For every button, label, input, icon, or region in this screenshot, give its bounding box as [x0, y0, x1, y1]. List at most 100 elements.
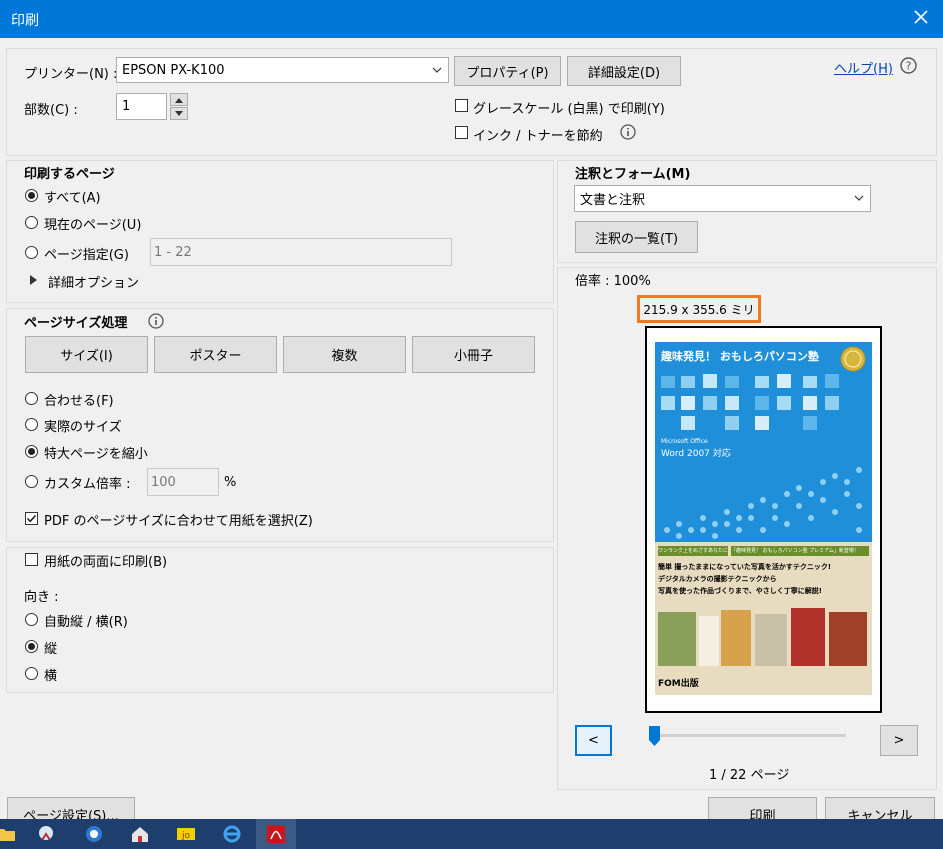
copies-label: 部数(C) :: [24, 103, 78, 118]
page-range-value: 1 - 22: [154, 244, 192, 260]
custom-scale-value: 100: [151, 474, 176, 490]
preview-photo: [755, 614, 787, 666]
radio-fit[interactable]: [25, 392, 38, 405]
scale-label: 倍率 : 100%: [575, 274, 651, 289]
tab-poster[interactable]: ポスター: [154, 336, 277, 373]
dimensions-text: 215.9 x 355.6 ミリ: [643, 302, 755, 317]
dot-pattern: [664, 467, 862, 539]
comments-select[interactable]: 文書と注釈: [574, 185, 871, 212]
checkmark-icon: [26, 514, 37, 523]
radio-auto-orientation[interactable]: [25, 613, 38, 626]
preview-band1: ワンランク上をめざすあなたに: [658, 546, 728, 556]
copies-down-button[interactable]: [170, 107, 188, 120]
properties-button[interactable]: プロパティ(P): [454, 56, 561, 86]
grayscale-checkbox[interactable]: [455, 99, 468, 112]
svg-text:?: ?: [906, 60, 912, 73]
next-page-button[interactable]: >: [880, 725, 918, 756]
title-bar: 印刷: [0, 0, 943, 38]
radio-custom[interactable]: [25, 475, 38, 488]
preview-photo: [699, 616, 719, 666]
preview-photo: [791, 608, 825, 666]
radio-shrink-label: 特大ページを縮小: [44, 447, 148, 462]
chevron-down-icon: [854, 195, 864, 201]
browser-icon[interactable]: [84, 824, 104, 844]
window-title: 印刷: [11, 13, 39, 29]
preview-band2: 「趣味発見！ おもしろパソコン塾 プレミアム」新登場！: [731, 546, 869, 556]
expand-triangle-icon[interactable]: [30, 275, 38, 285]
preview-photo: [829, 612, 867, 666]
more-options-label[interactable]: 詳細オプション: [48, 272, 139, 291]
save-ink-checkbox[interactable]: [455, 126, 468, 139]
orientation-label: 向き :: [24, 590, 59, 605]
help-icon[interactable]: ?: [900, 57, 917, 74]
page-slider-track[interactable]: [649, 726, 846, 746]
radio-pages[interactable]: [25, 246, 38, 259]
home-icon[interactable]: [130, 824, 150, 844]
radio-shrink[interactable]: [25, 445, 38, 458]
preview-body3: 写真を使った作品づくりまで、やさしく丁寧に解説!: [658, 587, 822, 595]
comments-heading: 注釈とフォーム(M): [575, 167, 691, 182]
radio-portrait-label: 縦: [44, 642, 58, 657]
radio-custom-label: カスタム倍率 :: [44, 477, 131, 492]
radio-actual-label: 実際のサイズ: [44, 420, 122, 435]
radio-auto-orientation-label: 自動縦 / 横(R): [44, 615, 128, 630]
summarize-comments-button[interactable]: 注釈の一覧(T): [575, 221, 698, 253]
page-sizing-heading: ページサイズ処理: [24, 316, 128, 331]
radio-current[interactable]: [25, 216, 38, 229]
comments-select-value: 文書と注釈: [580, 193, 646, 208]
page-indicator: 1 / 22 ページ: [709, 768, 790, 783]
choose-source-checkbox[interactable]: [25, 512, 38, 525]
duplex-checkbox[interactable]: [25, 553, 38, 566]
preview-product: Word 2007 対応: [661, 449, 731, 459]
radio-actual[interactable]: [25, 418, 38, 431]
pixelated-area: [661, 374, 839, 430]
preview-subtitle: Microsoft Office: [661, 438, 708, 445]
save-ink-label: インク / トナーを節約: [473, 129, 603, 144]
preview-body2: デジタルカメラの撮影テクニックから: [658, 575, 777, 583]
tab-booklet[interactable]: 小冊子: [412, 336, 535, 373]
preview-title: 趣味発見！ おもしろパソコン塾: [661, 350, 819, 363]
tab-multiple[interactable]: 複数: [283, 336, 406, 373]
help-link[interactable]: ヘルプ(H): [834, 58, 893, 77]
info-icon[interactable]: [148, 313, 164, 329]
taskbar-active-item[interactable]: [256, 819, 296, 849]
custom-scale-input[interactable]: 100: [147, 468, 219, 496]
choose-source-label: PDF のページサイズに合わせて用紙を選択(Z): [44, 514, 313, 529]
advanced-button[interactable]: 詳細設定(D): [567, 56, 681, 86]
copies-up-button[interactable]: [170, 93, 188, 106]
radio-portrait[interactable]: [25, 640, 38, 653]
copies-input[interactable]: 1: [116, 93, 167, 120]
radio-landscape[interactable]: [25, 667, 38, 680]
preview-page-content: 趣味発見！ おもしろパソコン塾 Microsoft Office Word 20…: [655, 342, 872, 695]
prev-page-button[interactable]: <: [575, 725, 612, 756]
dimensions-badge: 215.9 x 355.6 ミリ: [637, 295, 761, 323]
app-icon[interactable]: jo: [176, 824, 196, 844]
printer-select[interactable]: EPSON PX-K100: [116, 57, 449, 83]
info-icon[interactable]: [620, 124, 636, 140]
grayscale-label: グレースケール (白黒) で印刷(Y): [473, 102, 665, 117]
tab-size[interactable]: サイズ(I): [25, 336, 148, 373]
page-range-input[interactable]: 1 - 22: [150, 238, 452, 266]
preview-publisher: FOM出版: [658, 679, 699, 689]
copies-value: 1: [122, 99, 131, 114]
svg-text:jo: jo: [181, 831, 191, 841]
slider-thumb-icon: [649, 726, 660, 746]
radio-pages-label: ページ指定(G): [44, 248, 129, 263]
page-preview: 趣味発見！ おもしろパソコン塾 Microsoft Office Word 20…: [645, 326, 882, 713]
page-slider-thumb[interactable]: [649, 726, 660, 746]
radio-fit-label: 合わせる(F): [44, 394, 114, 409]
radio-all[interactable]: [25, 189, 38, 202]
preview-body1: 簡単 撮ったままになっていた写真を活かすテクニック!: [658, 563, 832, 571]
printer-select-value: EPSON PX-K100: [122, 62, 225, 78]
preview-photo: [658, 612, 696, 666]
internet-explorer-icon[interactable]: [222, 824, 242, 844]
taskbar: jo: [0, 819, 943, 849]
close-icon[interactable]: [909, 5, 933, 29]
radio-landscape-label: 横: [44, 669, 58, 684]
pages-heading: 印刷するページ: [24, 167, 115, 182]
seal-logo: [840, 346, 866, 372]
folder-icon[interactable]: [0, 824, 16, 844]
percent-label: %: [224, 475, 237, 490]
app-icon[interactable]: [36, 824, 56, 844]
preview-lower-section: ワンランク上をめざすあなたに 「趣味発見！ おもしろパソコン塾 プレミアム」新登…: [655, 542, 872, 695]
